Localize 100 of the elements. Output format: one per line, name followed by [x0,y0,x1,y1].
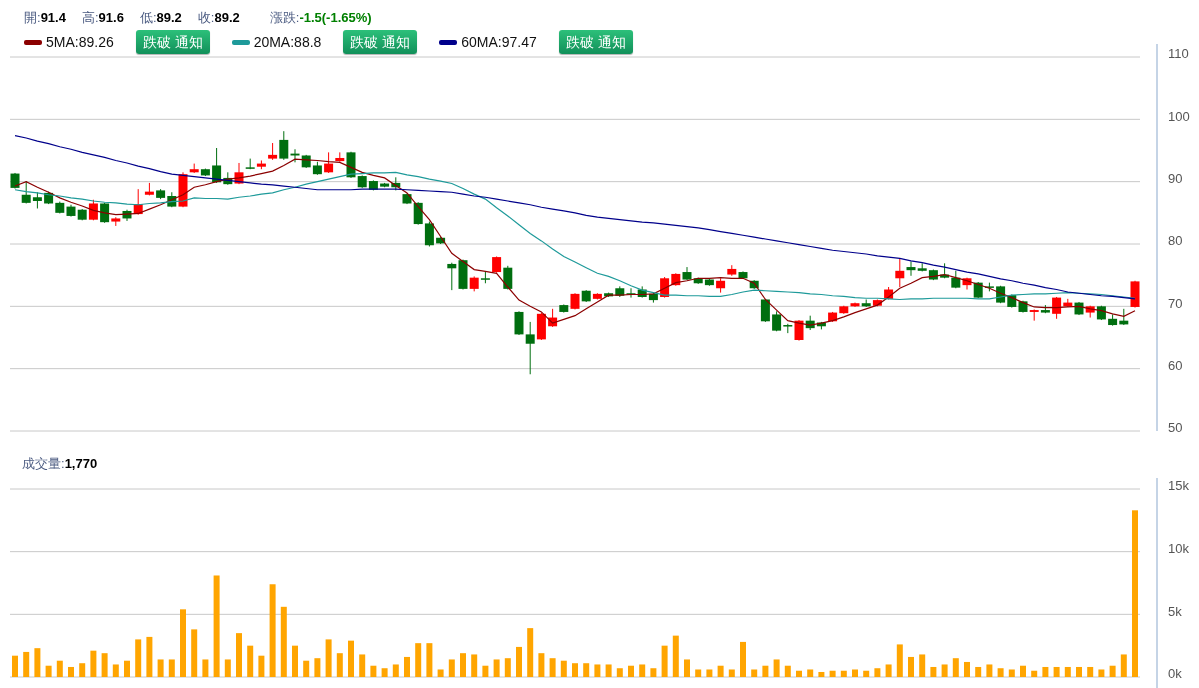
volume-bar [706,669,713,677]
candlestick [1040,304,1050,314]
candlestick [1018,300,1028,314]
volume-bar [359,654,366,677]
candlestick [156,188,166,200]
volume-bar [68,666,74,677]
volume-bar [348,640,354,677]
volume-bar [616,668,623,677]
volume-bar [79,663,86,677]
volume-bar [23,651,30,677]
volume-bar [314,658,321,677]
candlestick [55,201,65,214]
candlestick [200,168,210,177]
volume-bar [437,669,444,677]
volume-bar [516,646,522,677]
volume-bar [784,665,791,677]
candlestick [1085,305,1095,319]
volume-bar [1008,669,1015,677]
legend-label: 20MA:88.8 [253,32,322,52]
candlestick [637,285,647,299]
volume-reading: 成交量:1,770 [22,454,98,473]
candlestick [424,221,434,247]
volume-bar [527,628,534,677]
candlestick [940,262,950,279]
volume-bar [415,643,422,677]
volume-bar [504,658,511,677]
candlestick [828,311,838,323]
volume-bar [370,665,377,677]
volume-bar [1120,654,1127,677]
volume-bar [728,669,735,677]
candlestick [66,204,76,218]
volume-bar [258,655,265,677]
candlestick [44,191,54,205]
volume-bar [247,645,254,677]
volume-bar [101,653,108,677]
volume-bar [336,653,343,677]
volume-bar [908,656,914,677]
volume-bar [896,644,903,677]
volume-bar [885,664,892,677]
quote-item: 低:89.2 [139,9,182,28]
volume-bar [202,659,209,677]
volume-bar [191,629,198,677]
volume-bar [1076,666,1082,677]
volume-bar [325,639,332,677]
volume-bar [639,664,646,677]
volume-bar [471,654,478,677]
volume-bar [919,654,926,677]
volume-bar [717,665,724,677]
candlestick [480,270,490,284]
candlestick [626,287,636,299]
volume-bar [404,656,410,677]
volume-bar [1064,666,1071,677]
price-change: 漲跌:-1.5(-1.65%) [269,9,372,28]
volume-bar [482,665,489,677]
volume-bar [773,659,780,677]
volume-bar [762,665,769,677]
volume-bar [952,658,959,677]
volume-bar [594,664,601,677]
volume-bar [941,664,948,677]
volume-bar [852,669,858,677]
candlestick [704,278,714,287]
volume-bar [605,664,612,677]
volume-bar [997,668,1004,677]
volume-bar [840,670,847,677]
volume-bar [224,659,231,677]
volume-bar [661,645,668,677]
candlestick [32,191,42,209]
candlestick [21,180,31,204]
volume-bar [180,609,186,677]
volume-bar [1087,666,1094,677]
volume-bar [56,660,63,677]
alert-button[interactable]: 跌破 通知 [343,30,418,54]
alert-button[interactable]: 跌破 通知 [135,30,210,54]
volume-bar [740,641,746,677]
volume-bar [1042,666,1049,677]
volume-bar [124,660,130,677]
candlestick [928,269,938,281]
volume-bar [1031,670,1038,677]
quote-item: 開:91.4 [24,9,66,28]
volume-bar [560,660,567,677]
candlestick [436,236,446,245]
axis-label: 15k [1168,478,1189,494]
volume-bar [572,663,578,677]
candlestick [1108,313,1118,327]
volume-bar [583,663,590,677]
volume-bar [818,672,825,677]
alert-button[interactable]: 跌破 通知 [558,30,633,54]
candlestick [368,179,378,191]
axis-label: 0k [1168,666,1182,682]
volume-bar [684,659,690,677]
candlestick [312,161,322,176]
volume-bar [549,658,556,677]
candlestick [760,298,770,323]
legend-label: 5MA:89.26 [46,32,114,52]
axis-label: 10k [1168,541,1189,557]
volume-bar [964,661,970,677]
volume-bar [796,670,802,677]
candlestick [738,270,748,280]
volume-bar [135,639,142,677]
volume-bar [751,669,758,677]
